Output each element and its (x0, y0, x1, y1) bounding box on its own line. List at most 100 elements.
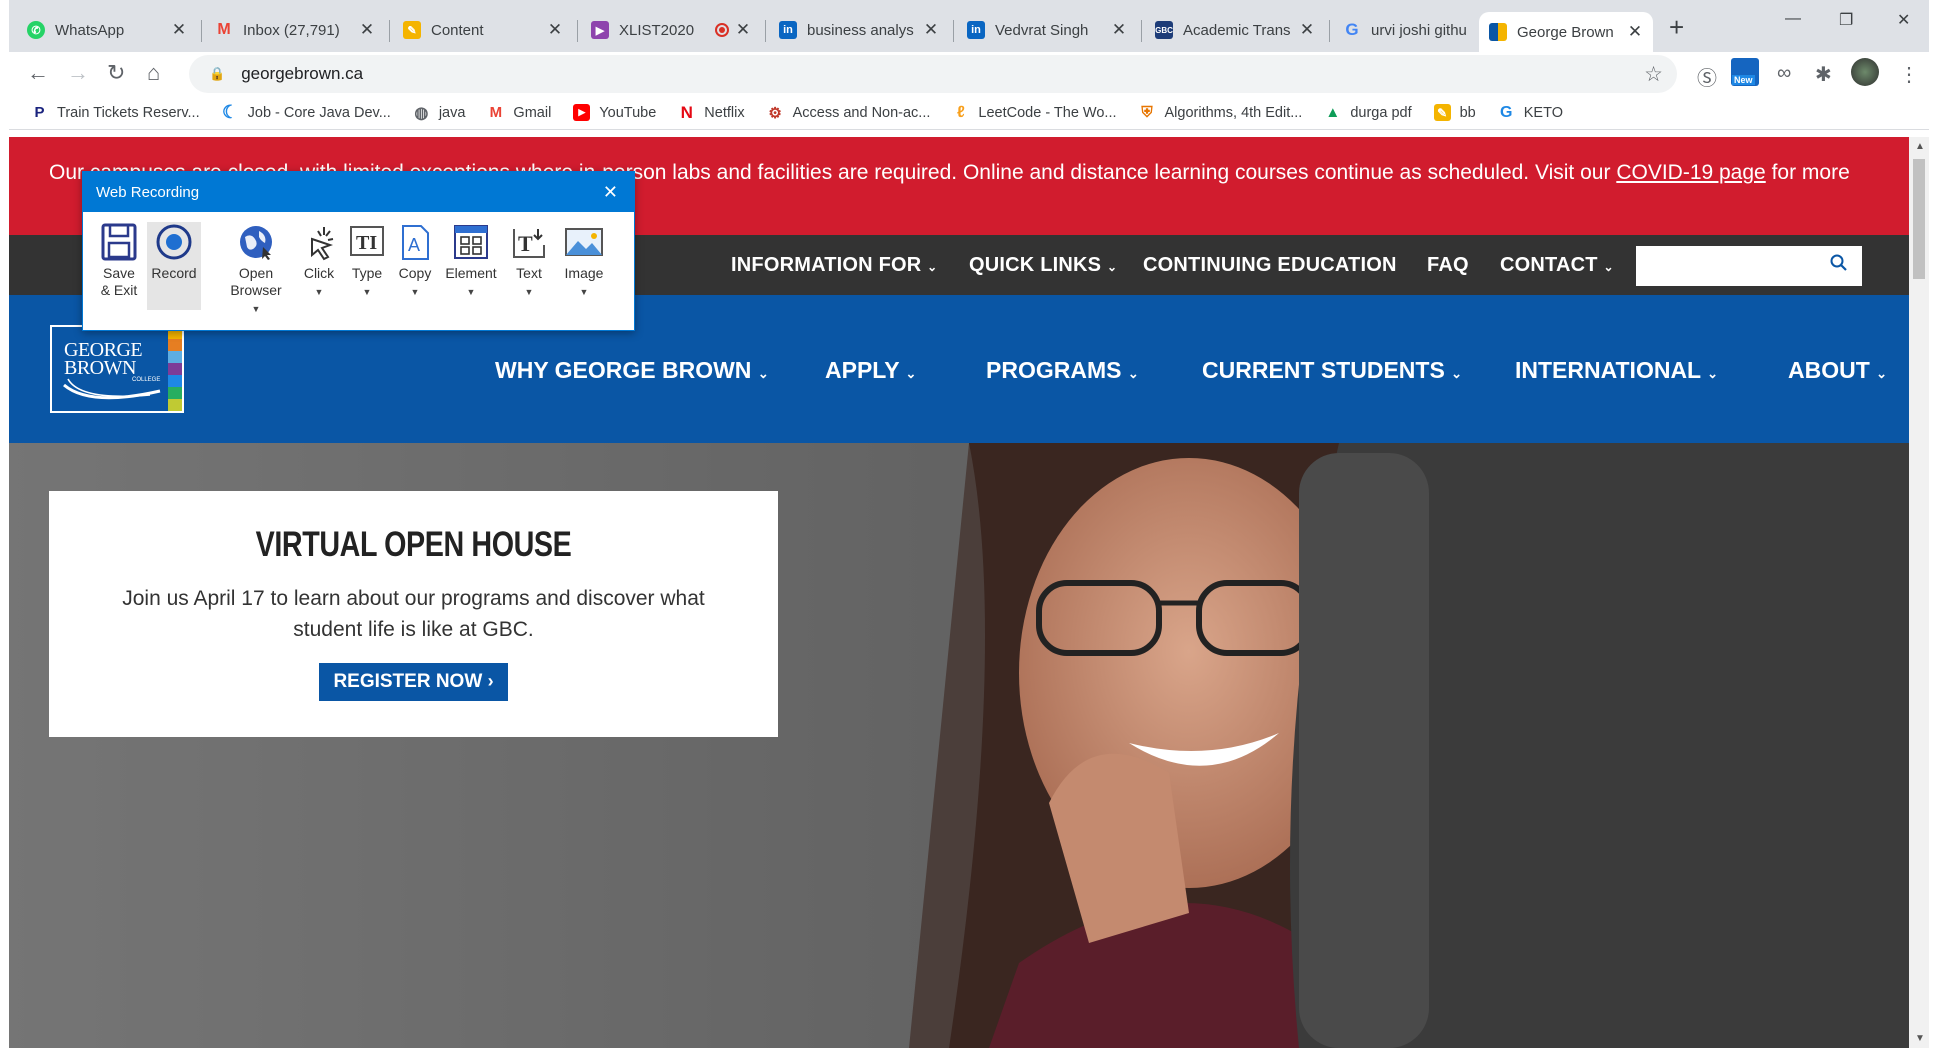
tab-content[interactable]: ✎ Content ✕ (393, 12, 573, 48)
nav-about[interactable]: ABOUT ⌄ (1788, 357, 1887, 384)
back-icon[interactable]: ← (27, 60, 49, 86)
menu-kebab-icon[interactable]: ⋮ (1899, 62, 1919, 87)
bookmark-star-icon[interactable]: ☆ (1644, 62, 1663, 87)
text-button[interactable]: T Text ▼ (507, 222, 551, 301)
avatar[interactable] (1851, 58, 1879, 86)
bookmark-keto[interactable]: G KETO (1498, 104, 1563, 121)
nav-apply[interactable]: APPLY ⌄ (825, 357, 916, 384)
image-button[interactable]: Image ▼ (559, 222, 609, 301)
forward-icon[interactable]: → (67, 60, 89, 86)
tab-title: XLIST2020 (619, 21, 695, 39)
tab-linkedin-business[interactable]: in business analys ✕ (769, 12, 949, 48)
whatsapp-icon: ✆ (27, 21, 45, 39)
train-icon: P (34, 104, 45, 121)
close-icon[interactable]: ✕ (171, 20, 187, 40)
register-now-button[interactable]: REGISTER NOW › (319, 663, 508, 701)
tab-xlist[interactable]: ▶ XLIST2020 ✕ (581, 12, 761, 48)
tab-title: Inbox (27,791) (243, 21, 340, 39)
tab-whatsapp[interactable]: ✆ WhatsApp ✕ (17, 12, 197, 48)
open-house-card: VIRTUAL OPEN HOUSE Join us April 17 to l… (49, 491, 778, 737)
nav-current-students[interactable]: CURRENT STUDENTS ⌄ (1202, 357, 1462, 384)
nav-programs[interactable]: PROGRAMS ⌄ (986, 357, 1139, 384)
utility-faq[interactable]: FAQ (1427, 254, 1469, 277)
browser-icon (236, 222, 276, 262)
bookmark-java[interactable]: ◍ java (413, 104, 465, 122)
skype-icon[interactable]: Ⓢ (1697, 62, 1717, 91)
reload-icon[interactable]: ↻ (107, 60, 125, 86)
utility-quick-links[interactable]: QUICK LINKS ⌄ (969, 254, 1117, 277)
bookmark-algorithms[interactable]: ⛨ Algorithms, 4th Edit... (1139, 104, 1302, 121)
scroll-up-icon[interactable]: ▲ (1915, 141, 1925, 152)
link-extension-icon[interactable]: ∞ (1777, 62, 1791, 85)
click-button[interactable]: Click ▼ (297, 222, 341, 301)
xlist-icon: ▶ (591, 21, 609, 39)
bookmark-train[interactable]: P Train Tickets Reserv... (31, 104, 199, 121)
drive-icon: ▲ (1325, 104, 1341, 121)
utility-contact[interactable]: CONTACT ⌄ (1500, 254, 1614, 277)
tab-title: Vedvrat Singh (995, 21, 1089, 39)
close-icon[interactable]: ✕ (547, 20, 563, 40)
extensions-puzzle-icon[interactable]: ✱ (1815, 62, 1832, 87)
utility-continuing-education[interactable]: CONTINUING EDUCATION (1143, 254, 1397, 277)
tab-gmail[interactable]: M Inbox (27,791) ✕ (205, 12, 385, 48)
scrollbar-thumb[interactable] (1913, 159, 1925, 279)
tab-title: Academic Trans (1183, 21, 1291, 39)
restore-icon[interactable]: ❐ (1839, 10, 1853, 30)
recorder-titlebar[interactable]: Web Recording ✕ (83, 172, 634, 212)
bookmark-gmail[interactable]: M Gmail (487, 104, 552, 121)
close-icon[interactable]: ✕ (1627, 22, 1643, 42)
hero-banner: VIRTUAL OPEN HOUSE Join us April 17 to l… (9, 443, 1909, 1048)
bookmark-leetcode[interactable]: ℓ LeetCode - The Wo... (952, 104, 1117, 121)
close-icon[interactable]: ✕ (603, 182, 618, 203)
type-button[interactable]: TI Type ▼ (345, 222, 389, 301)
copy-button[interactable]: A Copy ▼ (393, 222, 437, 301)
george-brown-icon (1489, 23, 1507, 41)
linkedin-icon: in (967, 21, 985, 39)
close-icon[interactable]: ✕ (1299, 20, 1315, 40)
window-close-icon[interactable]: ✕ (1897, 10, 1910, 30)
tab-title: George Brown (1517, 23, 1614, 41)
bookmark-youtube[interactable]: ▶ YouTube (573, 104, 656, 121)
tab-academic[interactable]: GBC Academic Trans ✕ (1145, 12, 1325, 48)
home-icon[interactable]: ⌂ (147, 60, 160, 86)
new-tab-icon[interactable]: + (1669, 12, 1684, 43)
bookmark-durga[interactable]: ▲ durga pdf (1324, 104, 1411, 121)
bookmark-job[interactable]: ☾ Job - Core Java Dev... (222, 102, 391, 122)
nav-why-george-brown[interactable]: WHY GEORGE BROWN ⌄ (495, 357, 769, 384)
text-icon: T (509, 222, 549, 262)
utility-information-for[interactable]: INFORMATION FOR ⌄ (731, 254, 937, 277)
search-icon[interactable] (1830, 254, 1848, 272)
address-bar[interactable]: 🔒 georgebrown.ca ☆ (189, 55, 1677, 93)
covid-text-tail: for more (1771, 161, 1850, 184)
covid-link[interactable]: COVID-19 page (1616, 161, 1765, 184)
close-icon[interactable]: ✕ (1111, 20, 1127, 40)
tab-strip: ✆ WhatsApp ✕ M Inbox (27,791) ✕ ✎ Conten… (9, 0, 1929, 52)
element-icon (451, 222, 491, 262)
tab-george-brown[interactable]: George Brown ✕ (1479, 12, 1653, 52)
open-browser-button[interactable]: Open Browser ▼ (223, 222, 289, 318)
nav-international[interactable]: INTERNATIONAL ⌄ (1515, 357, 1718, 384)
site-search-input[interactable] (1636, 246, 1862, 286)
close-icon[interactable]: ✕ (923, 20, 939, 40)
promo-text: Join us April 17 to learn about our prog… (122, 587, 705, 641)
save-exit-button[interactable]: Save & Exit (95, 222, 143, 299)
tab-linkedin-vedvrat[interactable]: in Vedvrat Singh ✕ (957, 12, 1137, 48)
scroll-down-icon[interactable]: ▼ (1915, 1033, 1925, 1044)
linkedin-icon: in (779, 21, 797, 39)
page-scrollbar[interactable]: ▲ ▼ (1909, 137, 1929, 1048)
bookmark-bb[interactable]: ✎ bb (1433, 104, 1476, 121)
globe-icon: ◍ (414, 104, 429, 122)
svg-text:A: A (408, 235, 420, 255)
netflix-icon: N (680, 102, 693, 122)
close-icon[interactable]: ✕ (735, 20, 751, 40)
record-button[interactable]: Record (147, 222, 201, 310)
news-extension-icon[interactable]: New (1731, 58, 1759, 86)
george-brown-logo[interactable]: GEORGE BROWN COLLEGE (50, 325, 184, 413)
bookmark-netflix[interactable]: N Netflix (678, 102, 745, 122)
element-button[interactable]: Element ▼ (441, 222, 501, 301)
princeton-icon: ⛨ (1141, 104, 1153, 121)
minimize-icon[interactable]: — (1785, 10, 1801, 28)
bookmark-access[interactable]: ⚙ Access and Non-ac... (767, 104, 930, 122)
recorder-title: Web Recording (96, 183, 200, 201)
close-icon[interactable]: ✕ (359, 20, 375, 40)
